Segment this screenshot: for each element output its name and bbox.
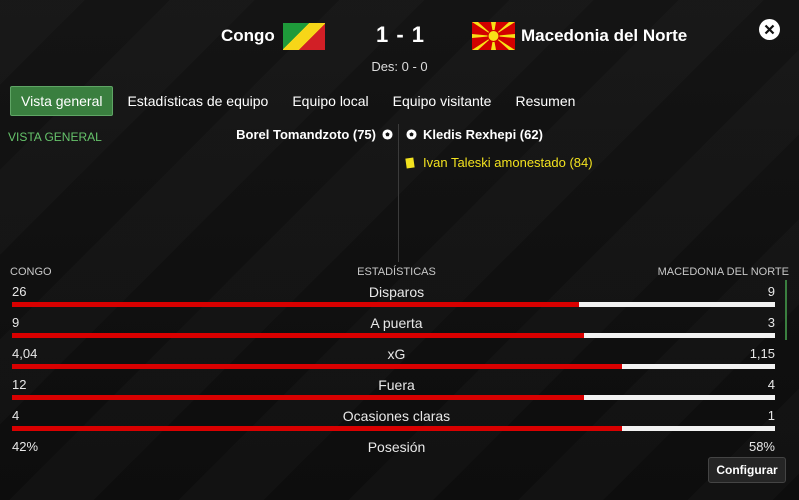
soccer-ball-icon: [406, 129, 417, 140]
stat-bar-home-fill: [12, 395, 585, 400]
stat-bar: [12, 364, 775, 369]
away-card-event: Ivan Taleski amonestado (84): [405, 155, 593, 170]
away-goal-scorer: Kledis Rexhepi (62): [423, 127, 543, 142]
tab-bar: Vista general Estadísticas de equipo Equ…: [10, 86, 589, 116]
stat-row-off-target: 12 Fuera 4: [0, 377, 799, 408]
match-score: 1 - 1: [376, 22, 426, 47]
away-team-name: Macedonia del Norte: [521, 26, 688, 45]
stat-row-shots: 26 Disparos 9: [0, 284, 799, 315]
section-label: VISTA GENERAL: [8, 130, 102, 144]
north-macedonia-flag-icon: [472, 22, 515, 50]
stat-name: A puerta: [370, 315, 423, 331]
halftime-score: Des: 0 - 0: [371, 59, 428, 74]
tab-summary[interactable]: Resumen: [505, 86, 585, 116]
stat-bar: [12, 302, 775, 307]
stat-away-value: 1: [767, 408, 775, 423]
stat-away-value: 4: [767, 377, 775, 392]
stat-bar: [12, 333, 775, 338]
stat-name: xG: [387, 346, 406, 362]
home-goal-scorer: Borel Tomandzoto (75): [236, 127, 376, 142]
stat-name: Fuera: [378, 377, 415, 393]
stat-bar-home-fill: [12, 333, 585, 338]
stat-row-clear-chances: 4 Ocasiones claras 1: [0, 408, 799, 439]
tab-overview[interactable]: Vista general: [10, 86, 114, 116]
stat-away-value: 58%: [748, 439, 775, 454]
stats-away-header: MACEDONIA DEL NORTE: [657, 266, 789, 278]
stat-row-xg: 4,04 xG 1,15: [0, 346, 799, 377]
stat-bar-home-fill: [12, 302, 579, 307]
tab-team-stats[interactable]: Estadísticas de equipo: [117, 86, 278, 116]
stat-away-value: 1,15: [749, 346, 775, 361]
congo-flag-icon: [283, 23, 325, 50]
tab-away-team[interactable]: Equipo visitante: [383, 86, 502, 116]
close-icon: [764, 24, 775, 35]
tab-home-team[interactable]: Equipo local: [282, 86, 378, 116]
stat-name: Ocasiones claras: [342, 408, 451, 424]
stat-bar: [12, 426, 775, 431]
close-button[interactable]: [759, 19, 780, 40]
events-divider: [398, 124, 399, 262]
stat-name: Posesión: [367, 439, 426, 455]
stat-away-value: 9: [767, 284, 775, 299]
stat-bar-home-fill: [12, 364, 623, 369]
stat-away-value: 3: [767, 315, 775, 330]
away-card-text: Ivan Taleski amonestado (84): [423, 155, 593, 170]
yellow-card-icon: [405, 156, 415, 169]
configure-button[interactable]: Configurar: [708, 457, 786, 483]
stat-row-possession: 42% Posesión 58%: [0, 439, 799, 470]
home-team-name: Congo: [221, 26, 275, 45]
soccer-ball-icon: [382, 129, 393, 140]
stat-bar-home-fill: [12, 426, 623, 431]
stat-row-on-target: 9 A puerta 3: [0, 315, 799, 346]
home-goal-event: Borel Tomandzoto (75): [236, 127, 393, 142]
stat-name: Disparos: [368, 284, 425, 300]
stat-bar: [12, 395, 775, 400]
away-goal-event: Kledis Rexhepi (62): [406, 127, 543, 142]
